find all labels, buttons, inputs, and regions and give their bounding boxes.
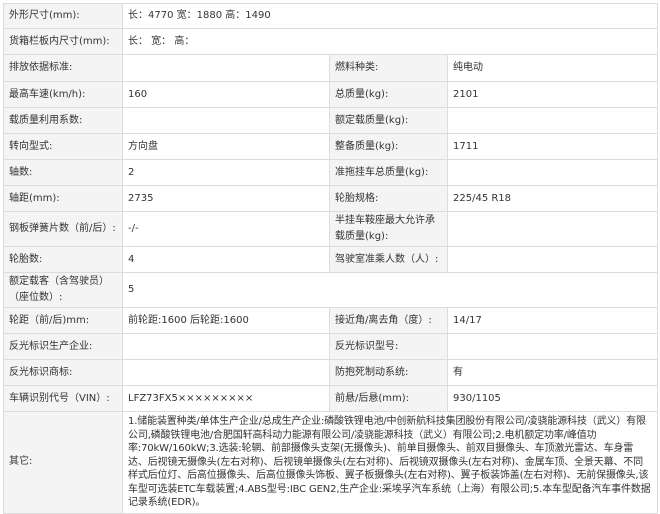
spec-value: 方向盘 [122,133,330,160]
spec-value: -/- [122,211,330,247]
spec-row: 车辆识别代号（VIN）: LFZ73FX5××××××××× 前悬/后悬(mm): 9… [3,385,659,412]
spec-table-body: 外形尺寸(mm): 长：4770 宽：1880 高：1490 货箱栏板内尺寸(mm)… [3,3,659,514]
spec-label: 钢板弹簧片数（前/后）: [3,211,123,247]
spec-row: 反光标识商标: 防抱死制动系统: 有 [3,359,659,386]
spec-value: 长：4770 宽：1880 高：1490 [121,3,659,29]
spec-row: 货箱栏板内尺寸(mm): 长： 宽： 高： [3,28,659,55]
spec-label: 半挂车鞍座最大允许承载质量(kg): [329,211,448,247]
spec-value: 14/17 [446,307,659,334]
spec-label: 轮距（前/后)mm: [3,307,123,334]
spec-value [122,333,330,360]
spec-value: 5 [121,272,659,308]
spec-row: 钢板弹簧片数（前/后）: -/- 半挂车鞍座最大允许承载质量(kg): [3,211,659,247]
spec-row: 反光标识生产企业: 反光标识型号: [3,333,659,360]
spec-value [446,246,659,273]
vehicle-spec-table: 外形尺寸(mm): 长：4770 宽：1880 高：1490 货箱栏板内尺寸(mm)… [3,3,659,514]
spec-label: 其它: [3,411,123,514]
spec-row: 额定载客（含驾驶员）（座位数）: 5 [3,272,659,308]
spec-value [446,211,659,247]
spec-row: 轮距（前/后)mm: 前轮距:1600 后轮距:1600 接近角/离去角（度）: 14… [3,307,659,334]
spec-value [122,359,330,386]
spec-value: 前轮距:1600 后轮距:1600 [122,307,330,334]
spec-label: 外形尺寸(mm): [3,3,123,29]
spec-value: 930/1105 [446,385,659,412]
spec-label: 准拖挂车总质量(kg): [329,159,448,186]
spec-label: 整备质量(kg): [329,133,448,160]
spec-label: 额定载客（含驾驶员）（座位数）: [3,272,123,308]
spec-label: 燃料种类: [329,54,448,82]
spec-label: 轴距(mm): [3,185,123,212]
spec-label: 接近角/离去角（度）: [329,307,448,334]
spec-value [446,107,659,134]
spec-value: 160 [122,81,330,108]
other-notes-value: 1.储能装置种类/单体生产企业/总成生产企业:磷酸铁锂电池/中创新航科技集团股份… [121,411,659,514]
spec-label: 货箱栏板内尺寸(mm): [3,28,123,55]
spec-label: 排放依据标准: [3,54,123,82]
spec-value: 2 [122,159,330,186]
spec-label: 车辆识别代号（VIN）: [3,385,123,412]
spec-label: 驾驶室准乘人数（人）: [329,246,448,273]
spec-value: 4 [122,246,330,273]
spec-label: 反光标识型号: [329,333,448,360]
spec-row: 排放依据标准: 燃料种类: 纯电动 [3,54,659,82]
spec-value: 纯电动 [446,54,659,82]
spec-value: LFZ73FX5××××××××× [122,385,330,412]
spec-value: 2101 [446,81,659,108]
spec-label: 最高车速(km/h): [3,81,123,108]
spec-label: 反光标识商标: [3,359,123,386]
spec-value [122,54,330,82]
spec-value: 长： 宽： 高： [121,28,659,55]
spec-value: 有 [446,359,659,386]
spec-row: 轮胎数: 4 驾驶室准乘人数（人）: [3,246,659,273]
spec-label: 额定载质量(kg): [329,107,448,134]
spec-row: 其它: 1.储能装置种类/单体生产企业/总成生产企业:磷酸铁锂电池/中创新航科技集… [3,411,659,514]
spec-label: 反光标识生产企业: [3,333,123,360]
spec-row: 外形尺寸(mm): 长：4770 宽：1880 高：1490 [3,3,659,29]
spec-row: 转向型式: 方向盘 整备质量(kg): 1711 [3,133,659,160]
spec-label: 防抱死制动系统: [329,359,448,386]
spec-label: 轴数: [3,159,123,186]
spec-row: 轴距(mm): 2735 轮胎规格: 225/45 R18 [3,185,659,212]
spec-value [122,107,330,134]
spec-value: 1711 [446,133,659,160]
spec-value: 2735 [122,185,330,212]
spec-label: 轮胎规格: [329,185,448,212]
spec-label: 前悬/后悬(mm): [329,385,448,412]
spec-label: 轮胎数: [3,246,123,273]
spec-label: 载质量利用系数: [3,107,123,134]
spec-label: 转向型式: [3,133,123,160]
spec-row: 载质量利用系数: 额定载质量(kg): [3,107,659,134]
spec-value [446,159,659,186]
spec-value [446,333,659,360]
spec-value: 225/45 R18 [446,185,659,212]
spec-label: 总质量(kg): [329,81,448,108]
spec-row: 最高车速(km/h): 160 总质量(kg): 2101 [3,81,659,108]
spec-row: 轴数: 2 准拖挂车总质量(kg): [3,159,659,186]
